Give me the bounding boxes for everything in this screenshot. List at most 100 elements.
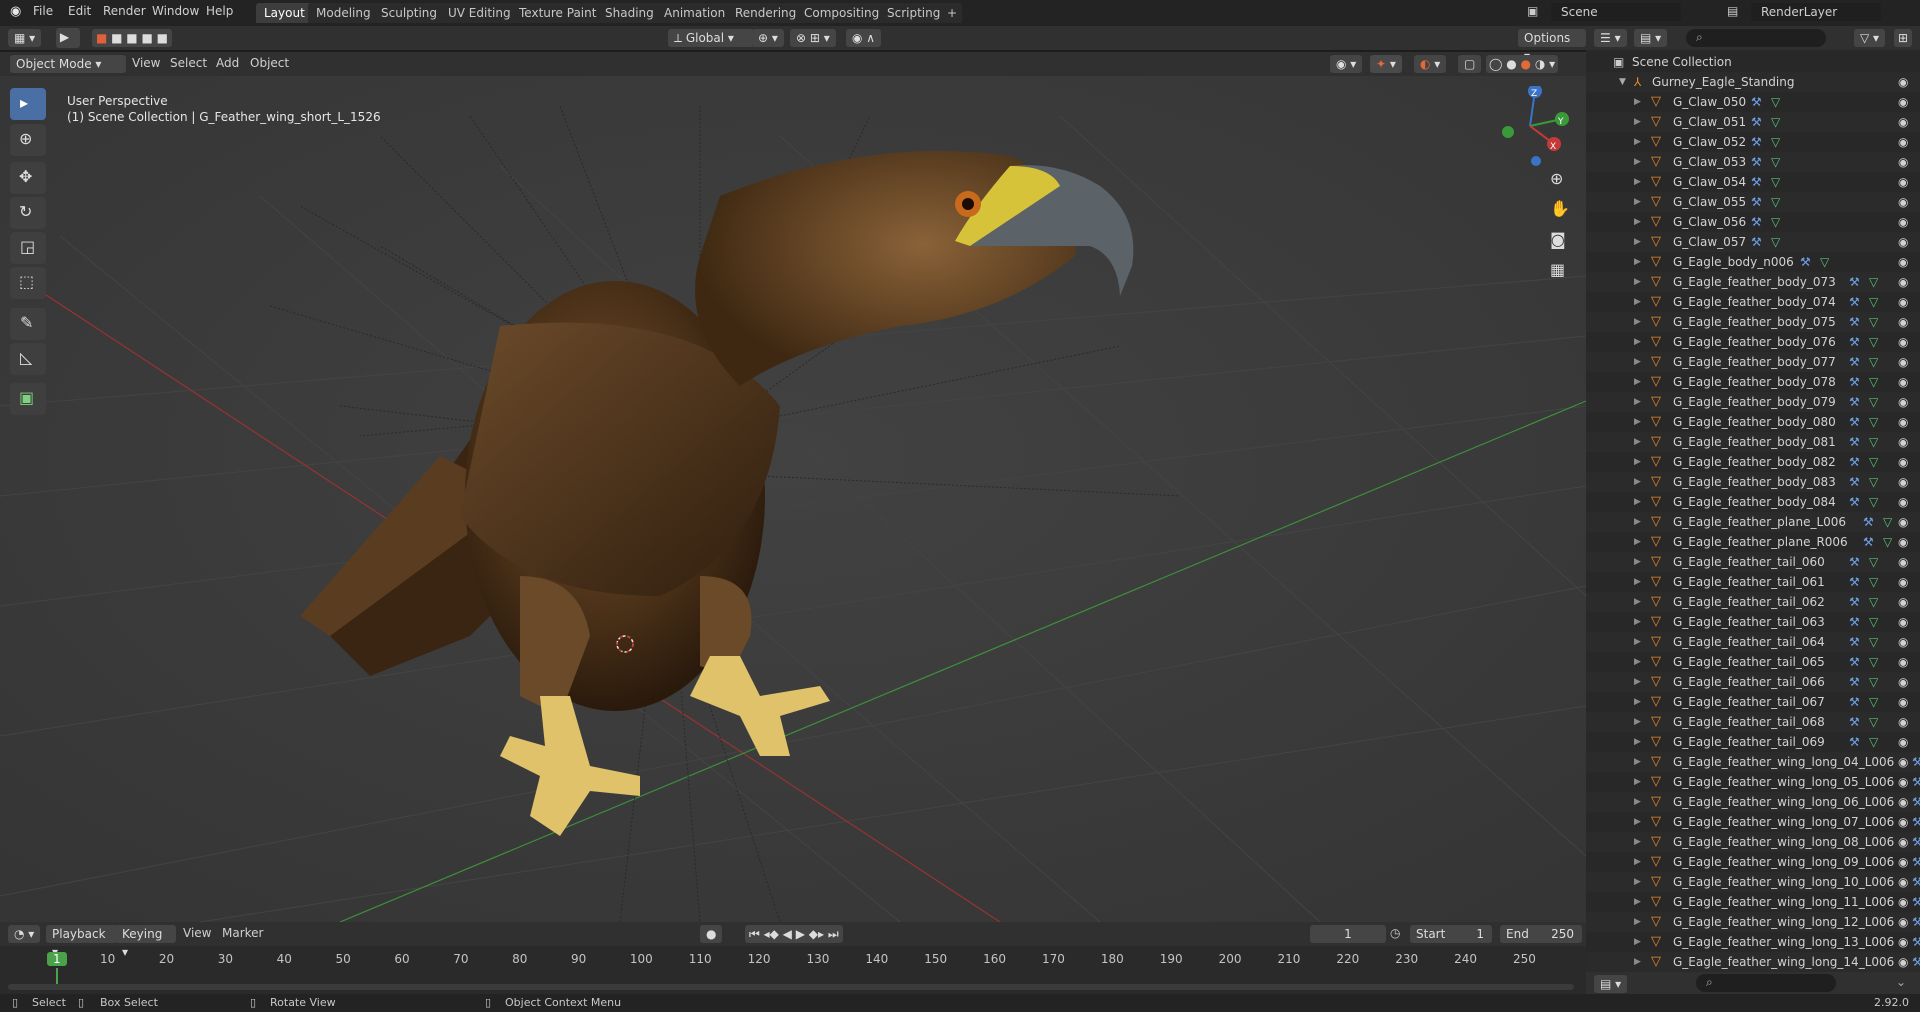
modifier-icon[interactable]: ⚒ bbox=[1912, 812, 1920, 832]
eye-icon[interactable]: ◉ bbox=[1898, 152, 1908, 172]
eye-icon[interactable]: ◉ bbox=[1898, 932, 1908, 952]
outliner-item[interactable]: ▶ ▽ G_Eagle_feather_tail_069 ⚒ ▽ ◉ bbox=[1586, 732, 1920, 752]
zoom-icon[interactable]: ⊕ bbox=[1550, 169, 1563, 188]
expand-arrow-icon[interactable]: ▶ bbox=[1634, 132, 1641, 152]
outliner-search-input[interactable]: ⌕ bbox=[1686, 29, 1826, 47]
outliner-item[interactable]: ▶ ▽ G_Eagle_feather_tail_062 ⚒ ▽ ◉ bbox=[1586, 592, 1920, 612]
gizmo-toggle-icon[interactable]: ✦ ▾ bbox=[1370, 55, 1402, 73]
modifier-icon[interactable]: ⚒ bbox=[1849, 632, 1860, 652]
modifier-icon[interactable]: ⚒ bbox=[1912, 872, 1920, 892]
mesh-data-icon[interactable]: ▽ bbox=[1869, 352, 1878, 372]
eye-icon[interactable]: ◉ bbox=[1898, 632, 1908, 652]
modifier-icon[interactable]: ⚒ bbox=[1912, 772, 1920, 792]
eye-icon[interactable]: ◉ bbox=[1898, 212, 1908, 232]
mesh-data-icon[interactable]: ▽ bbox=[1869, 572, 1878, 592]
modifier-icon[interactable]: ⚒ bbox=[1751, 172, 1762, 192]
modifier-icon[interactable]: ⚒ bbox=[1849, 452, 1860, 472]
eye-icon[interactable]: ◉ bbox=[1898, 712, 1908, 732]
scene-collection-row[interactable]: ▣ Scene Collection bbox=[1586, 52, 1920, 72]
expand-arrow-icon[interactable]: ▶ bbox=[1634, 472, 1641, 492]
outliner-item[interactable]: ▶ ▽ G_Eagle_feather_tail_068 ⚒ ▽ ◉ bbox=[1586, 712, 1920, 732]
properties-search-input[interactable]: ⌕ bbox=[1696, 974, 1836, 992]
eye-icon[interactable]: ◉ bbox=[1898, 132, 1908, 152]
mesh-data-icon[interactable]: ▽ bbox=[1869, 552, 1878, 572]
ortho-toggle-icon[interactable]: ▦ bbox=[1550, 260, 1565, 279]
modifier-icon[interactable]: ⚒ bbox=[1751, 152, 1762, 172]
expand-arrow-icon[interactable]: ▶ bbox=[1634, 932, 1641, 952]
eye-icon[interactable]: ◉ bbox=[1898, 672, 1908, 692]
expand-arrow-icon[interactable]: ▶ bbox=[1634, 652, 1641, 672]
gizmo-neg-z-icon[interactable] bbox=[1531, 156, 1541, 166]
outliner-display-mode-icon[interactable]: ▤ ▾ bbox=[1634, 29, 1668, 47]
mesh-data-icon[interactable]: ▽ bbox=[1869, 492, 1878, 512]
outliner-item[interactable]: ▶ ▽ G_Claw_051 ⚒ ▽ ◉ bbox=[1586, 112, 1920, 132]
modifier-icon[interactable]: ⚒ bbox=[1849, 672, 1860, 692]
modifier-icon[interactable]: ⚒ bbox=[1849, 732, 1860, 752]
mesh-data-icon[interactable]: ▽ bbox=[1869, 372, 1878, 392]
current-frame-field[interactable]: 1 bbox=[1310, 925, 1386, 943]
eye-icon[interactable]: ◉ bbox=[1898, 752, 1908, 772]
mesh-data-icon[interactable]: ▽ bbox=[1869, 672, 1878, 692]
mesh-data-icon[interactable]: ▽ bbox=[1883, 532, 1892, 552]
outliner-item[interactable]: ▶ ▽ G_Claw_054 ⚒ ▽ ◉ bbox=[1586, 172, 1920, 192]
expand-arrow-icon[interactable]: ▶ bbox=[1634, 412, 1641, 432]
eye-icon[interactable]: ◉ bbox=[1898, 272, 1908, 292]
select-box-tool[interactable]: ▸ bbox=[10, 88, 46, 120]
collection-row[interactable]: ▼ ⅄ Gurney_Eagle_Standing ◉ bbox=[1586, 72, 1920, 92]
tab-modeling[interactable]: Modeling bbox=[308, 3, 379, 23]
menu-edit[interactable]: Edit bbox=[68, 4, 91, 18]
rotate-tool[interactable]: ↻ bbox=[10, 197, 46, 229]
tab-texture-paint[interactable]: Texture Paint bbox=[511, 3, 605, 23]
mesh-data-icon[interactable]: ▽ bbox=[1869, 632, 1878, 652]
modifier-icon[interactable]: ⚒ bbox=[1863, 532, 1874, 552]
expand-arrow-icon[interactable]: ▶ bbox=[1634, 832, 1641, 852]
modifier-icon[interactable]: ⚒ bbox=[1751, 232, 1762, 252]
eye-icon[interactable]: ◉ bbox=[1898, 92, 1908, 112]
expand-arrow-icon[interactable]: ▶ bbox=[1634, 512, 1641, 532]
outliner-item[interactable]: ▶ ▽ G_Eagle_feather_body_083 ⚒ ▽ ◉ bbox=[1586, 472, 1920, 492]
transform-orientation-dropdown[interactable]: ⟂ Global ▾ bbox=[668, 29, 754, 47]
eye-icon[interactable]: ◉ bbox=[1898, 452, 1908, 472]
expand-arrow-icon[interactable]: ▶ bbox=[1634, 692, 1641, 712]
visibility-icon[interactable]: ◉ ▾ bbox=[1330, 55, 1363, 73]
expand-arrow-icon[interactable]: ▶ bbox=[1634, 572, 1641, 592]
outliner-item[interactable]: ▶ ▽ G_Eagle_feather_body_078 ⚒ ▽ ◉ bbox=[1586, 372, 1920, 392]
expand-arrow-icon[interactable]: ▶ bbox=[1634, 752, 1641, 772]
outliner-item[interactable]: ▶ ▽ G_Claw_055 ⚒ ▽ ◉ bbox=[1586, 192, 1920, 212]
outliner-item[interactable]: ▶▽G_Eagle_feather_wing_long_10_L006⚒▽◉ bbox=[1586, 872, 1920, 892]
eye-icon[interactable]: ◉ bbox=[1898, 432, 1908, 452]
outliner-item[interactable]: ▶ ▽ G_Eagle_feather_body_080 ⚒ ▽ ◉ bbox=[1586, 412, 1920, 432]
mesh-data-icon[interactable]: ▽ bbox=[1771, 112, 1780, 132]
outliner-filter-icon[interactable]: ▽ ▾ bbox=[1854, 29, 1886, 47]
mesh-data-icon[interactable]: ▽ bbox=[1869, 732, 1878, 752]
expand-arrow-icon[interactable]: ▶ bbox=[1634, 92, 1641, 112]
menu-view[interactable]: View bbox=[132, 56, 160, 70]
tab-sculpting[interactable]: Sculpting bbox=[373, 3, 446, 23]
modifier-icon[interactable]: ⚒ bbox=[1912, 892, 1920, 912]
outliner-item[interactable]: ▶ ▽ G_Claw_052 ⚒ ▽ ◉ bbox=[1586, 132, 1920, 152]
outliner-editor-type-icon[interactable]: ☰ ▾ bbox=[1594, 29, 1627, 47]
expand-arrow-icon[interactable]: ▶ bbox=[1634, 772, 1641, 792]
modifier-icon[interactable]: ⚒ bbox=[1800, 252, 1811, 272]
mesh-data-icon[interactable]: ▽ bbox=[1883, 512, 1892, 532]
expand-arrow-icon[interactable]: ▶ bbox=[1634, 372, 1641, 392]
outliner-item[interactable]: ▶ ▽ G_Eagle_feather_body_076 ⚒ ▽ ◉ bbox=[1586, 332, 1920, 352]
modifier-icon[interactable]: ⚒ bbox=[1849, 272, 1860, 292]
mesh-data-icon[interactable]: ▽ bbox=[1869, 332, 1878, 352]
shading-mode-buttons[interactable]: ◯ ● ● ◑ ▾ bbox=[1486, 55, 1559, 73]
modifier-icon[interactable]: ⚒ bbox=[1849, 492, 1860, 512]
modifier-icon[interactable]: ⚒ bbox=[1849, 692, 1860, 712]
modifier-icon[interactable]: ⚒ bbox=[1751, 112, 1762, 132]
modifier-icon[interactable]: ⚒ bbox=[1912, 952, 1920, 972]
expand-arrow-icon[interactable]: ▶ bbox=[1634, 852, 1641, 872]
playhead-line[interactable] bbox=[56, 968, 58, 984]
eye-icon[interactable]: ◉ bbox=[1898, 312, 1908, 332]
mesh-data-icon[interactable]: ▽ bbox=[1869, 312, 1878, 332]
mesh-data-icon[interactable]: ▽ bbox=[1771, 132, 1780, 152]
add-workspace-button[interactable]: + bbox=[942, 3, 963, 23]
expand-arrow-icon[interactable]: ▶ bbox=[1634, 392, 1641, 412]
outliner-item[interactable]: ▶▽G_Eagle_feather_wing_long_08_L006⚒▽◉ bbox=[1586, 832, 1920, 852]
outliner-item[interactable]: ▶▽G_Eagle_feather_wing_long_14_L006⚒▽◉ bbox=[1586, 952, 1920, 972]
expand-arrow-icon[interactable]: ▶ bbox=[1634, 912, 1641, 932]
modifier-icon[interactable]: ⚒ bbox=[1849, 392, 1860, 412]
